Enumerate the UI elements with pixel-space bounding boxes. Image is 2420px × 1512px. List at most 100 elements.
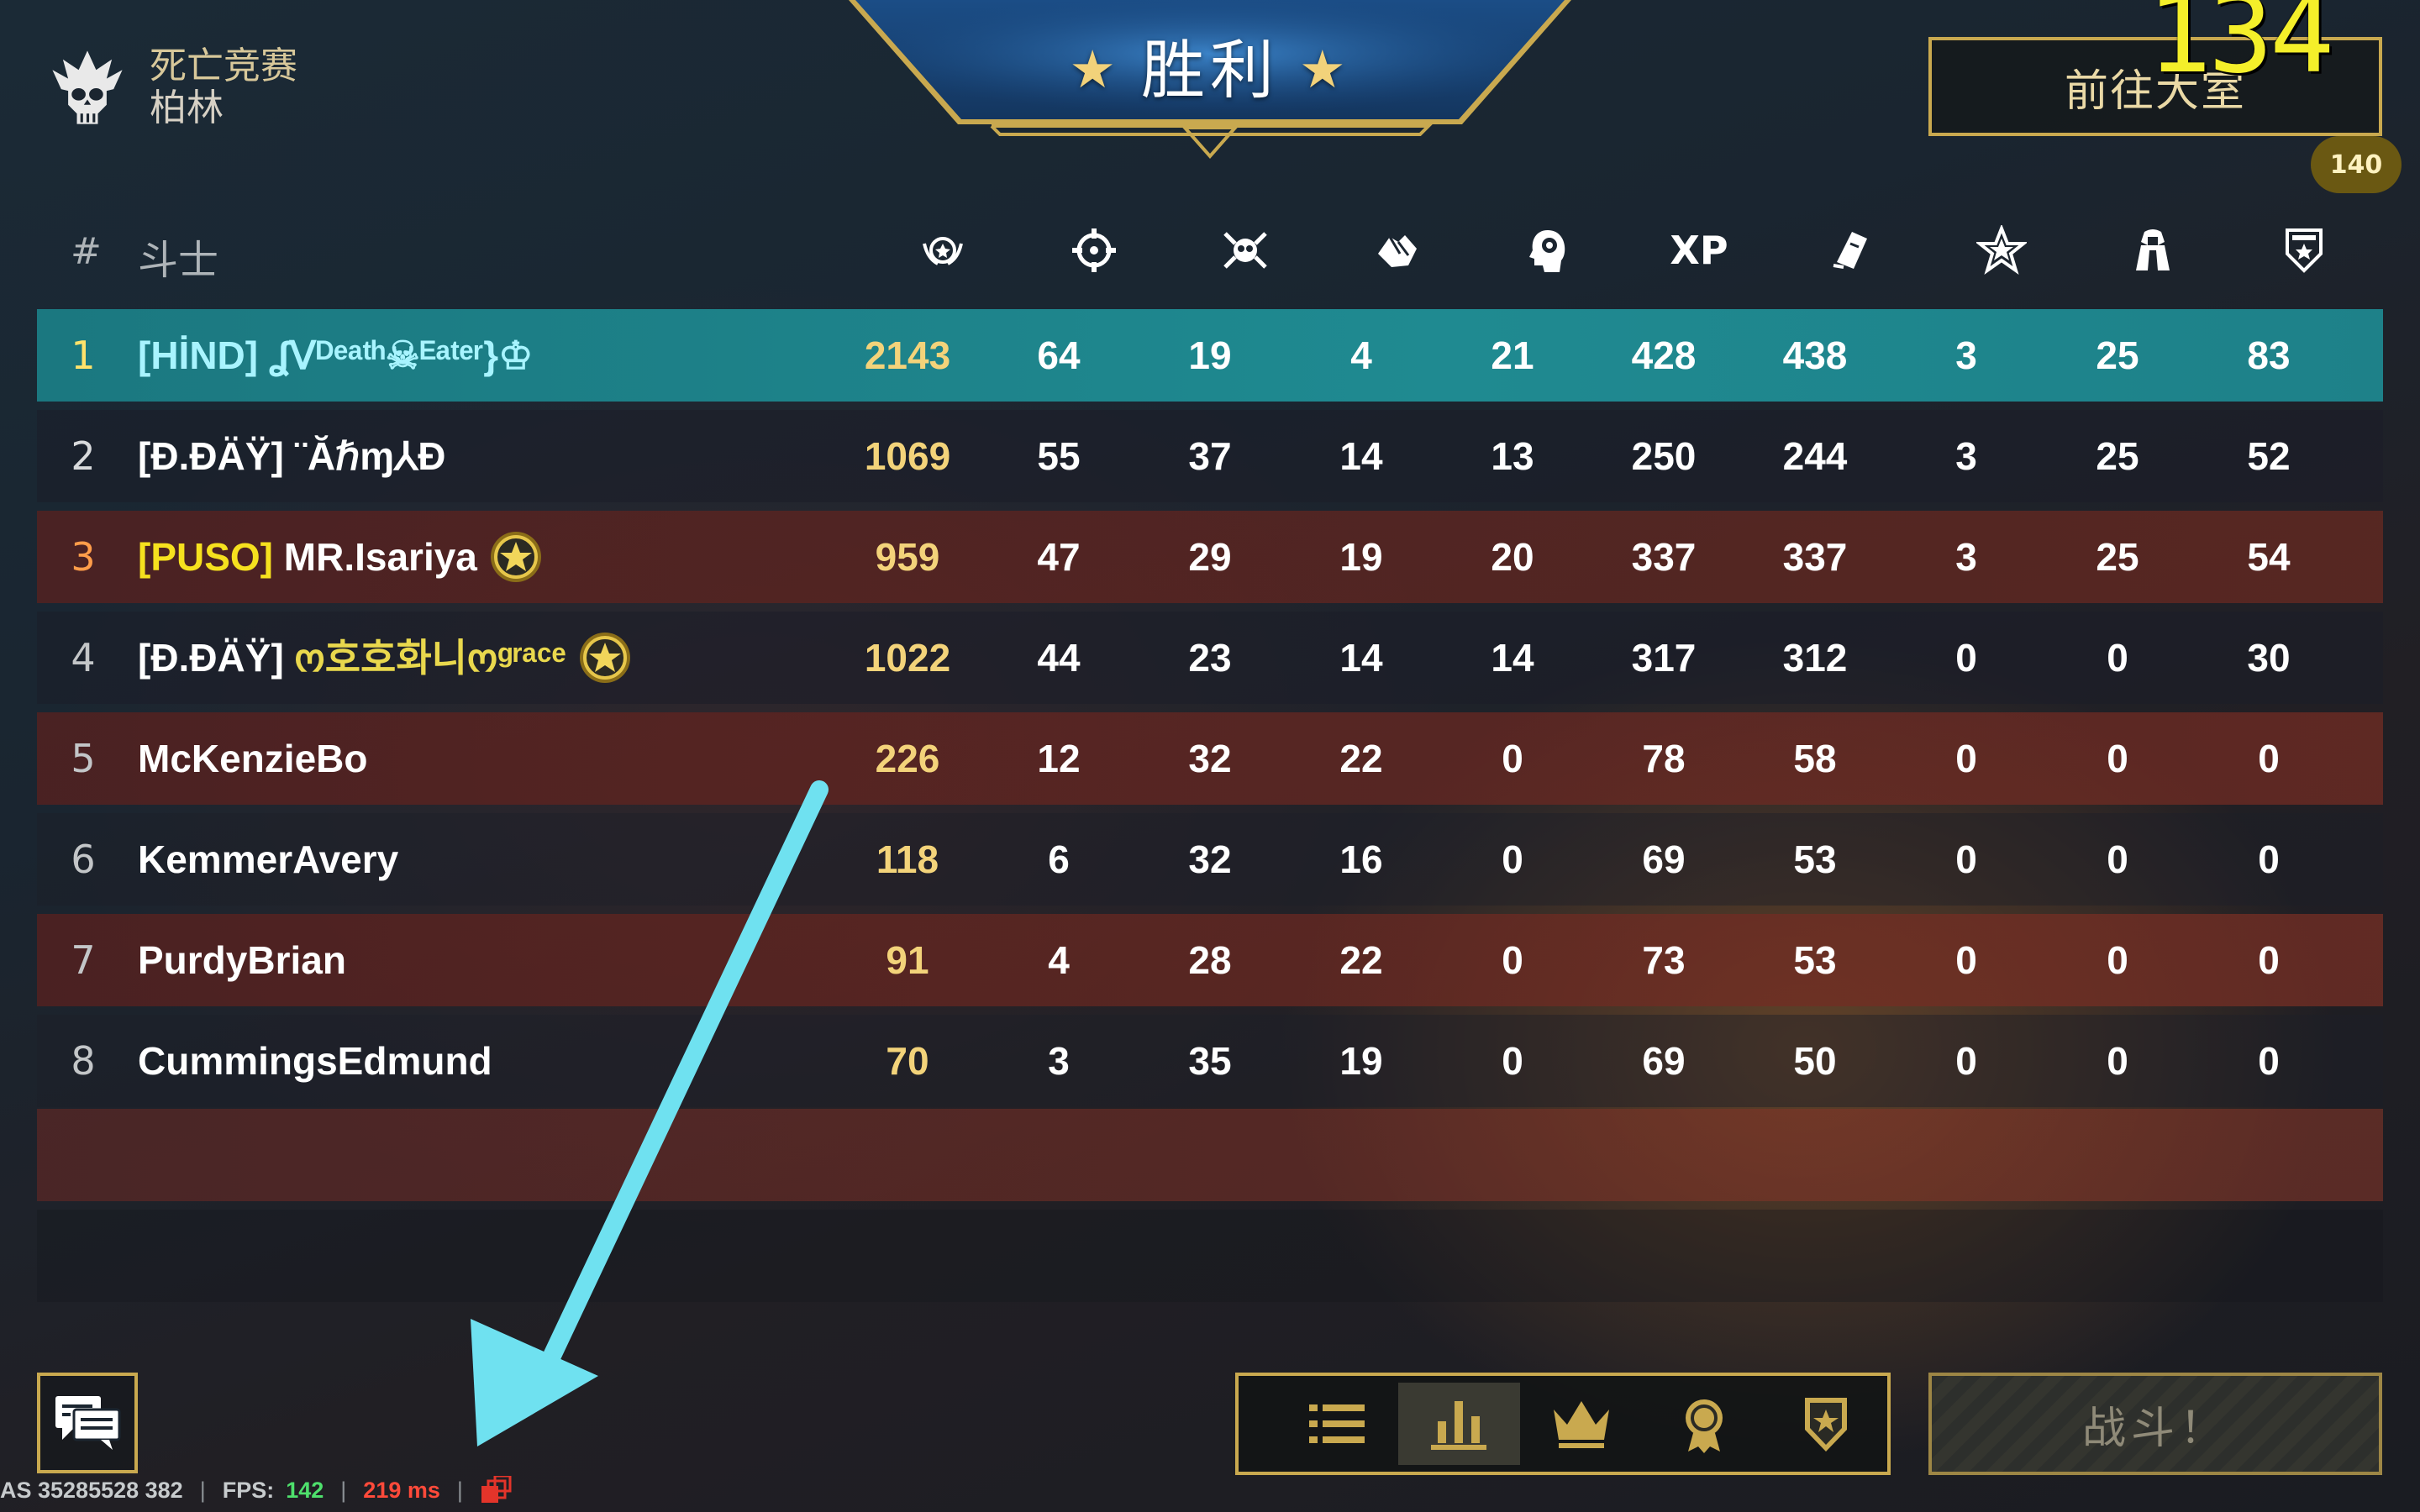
stat-headshots: 0 [1502, 737, 1523, 780]
player-row[interactable]: 4 [Ð.ÐÄŸ] ო호호화니ოᵍʳᵃᶜᵉ 1022 44 23 14 14 317 312 0 0… [37, 612, 2383, 704]
credits-icon [1800, 225, 1901, 276]
empty-row [37, 1109, 2383, 1201]
rank-header: # [71, 230, 102, 273]
player-name: CummingsEdmund [138, 1015, 492, 1107]
medal-icon [490, 531, 541, 582]
tab-rankings[interactable] [1520, 1383, 1643, 1465]
player-name: [PUSO] MR.Isariya [138, 511, 543, 603]
player-rank: 1 [71, 333, 96, 378]
tab-awards[interactable] [1643, 1383, 1765, 1465]
server-id: AS 35285528 382 [0, 1477, 183, 1503]
player-nickname: ʆᐯᴰᵉᵃᵗʰ☠ᴱᵃᵗᵉʳ}♔ [268, 333, 534, 377]
stat-credits: 244 [1782, 434, 1848, 478]
player-row[interactable]: 1 [HİND] ʆᐯᴰᵉᵃᵗʰ☠ᴱᵃᵗᵉʳ}♔ 2143 64 19 4 21 428 438… [37, 309, 2383, 402]
stat-rank-shield: 0 [2258, 837, 2280, 881]
stat-kills: 64 [1037, 333, 1081, 377]
scoreboard-tabs [1235, 1373, 1891, 1475]
skull-icon [52, 50, 123, 124]
player-nickname: ო호호화니ოᵍʳᵃᶜᵉ [294, 636, 566, 680]
stat-credits: 337 [1782, 535, 1848, 579]
stat-stars: 0 [1955, 837, 1977, 881]
chat-button[interactable] [37, 1373, 138, 1473]
ping-value: 219 ms [363, 1477, 440, 1503]
stat-xp: 69 [1642, 837, 1686, 881]
stat-credits: 312 [1782, 636, 1848, 680]
player-rank: 8 [71, 1038, 96, 1084]
assists-icon [1346, 225, 1447, 276]
stat-stars: 0 [1955, 938, 1977, 982]
stat-score: 70 [886, 1039, 929, 1083]
stat-kills: 3 [1048, 1039, 1070, 1083]
shield-star-icon [1805, 1398, 1848, 1452]
scoreboard-header: # 斗士 XP [37, 215, 2383, 287]
deaths-icon [1195, 225, 1296, 276]
stat-assists: 22 [1339, 938, 1383, 982]
stat-rank-shield: 30 [2247, 636, 2291, 680]
level-badge: 140 [2311, 136, 2402, 193]
game-mode-block: 死亡竞赛 柏林 [44, 44, 297, 131]
stat-streak: 25 [2096, 535, 2139, 579]
player-rank: 3 [71, 534, 96, 580]
stat-kills: 44 [1037, 636, 1081, 680]
fight-button[interactable]: 战斗！ [1928, 1373, 2382, 1475]
tab-statistics[interactable] [1397, 1383, 1521, 1465]
stat-credits: 53 [1793, 938, 1837, 982]
stat-deaths: 35 [1188, 1039, 1232, 1083]
stat-xp: 73 [1642, 938, 1686, 982]
clan-tag: [Ð.ÐÄŸ] [138, 636, 295, 680]
player-row[interactable]: 6 KemmerAvery 118 6 32 16 0 69 53 0 0 0 [37, 813, 2383, 906]
star-icon: ★ [1299, 39, 1351, 100]
medal-icon [579, 632, 630, 683]
stat-streak: 0 [2107, 1039, 2128, 1083]
stat-score: 2143 [864, 333, 951, 377]
stat-deaths: 28 [1188, 938, 1232, 982]
player-rank: 2 [71, 433, 96, 479]
stars-icon [1951, 225, 2052, 276]
player-row[interactable]: 5 McKenzieBo 226 12 32 22 0 78 58 0 0 0 [37, 712, 2383, 805]
stat-headshots: 0 [1502, 837, 1523, 881]
player-row[interactable]: 3 [PUSO] MR.Isariya 959 47 29 19 20 337 337 3 25 54 [37, 511, 2383, 603]
stat-assists: 14 [1339, 434, 1383, 478]
bar-chart-icon [1431, 1401, 1487, 1450]
stat-score: 118 [876, 837, 939, 881]
player-rank: 7 [71, 937, 96, 983]
stat-assists: 22 [1339, 737, 1383, 780]
stat-xp: 78 [1642, 737, 1686, 780]
empty-row [37, 1210, 2383, 1302]
stat-rank-shield: 0 [2258, 938, 2280, 982]
stat-xp: 69 [1642, 1039, 1686, 1083]
tab-list[interactable] [1276, 1383, 1398, 1465]
stat-headshots: 21 [1491, 333, 1534, 377]
player-name: KemmerAvery [138, 813, 398, 906]
map-name: 柏林 [150, 87, 224, 129]
stat-headshots: 13 [1491, 434, 1534, 478]
stat-xp: 428 [1631, 333, 1697, 377]
stat-xp: 317 [1631, 636, 1697, 680]
stat-headshots: 0 [1502, 1039, 1523, 1083]
clan-tag: [Ð.ÐÄŸ] [138, 434, 295, 478]
stat-credits: 438 [1782, 333, 1848, 377]
separator: | [456, 1477, 463, 1503]
stat-deaths: 32 [1188, 737, 1232, 780]
tab-clan[interactable] [1765, 1383, 1887, 1465]
stat-stars: 0 [1955, 1039, 1977, 1083]
victory-banner: ★ 胜利 ★ [849, 0, 1571, 168]
separator: | [340, 1477, 347, 1503]
chat-icon [55, 1396, 121, 1450]
stat-credits: 50 [1793, 1039, 1837, 1083]
fps-label: FPS: [222, 1477, 275, 1503]
player-name: McKenzieBo [138, 712, 367, 805]
headshots-icon [1497, 225, 1598, 276]
network-warning-icon [481, 1476, 512, 1503]
stat-assists: 14 [1339, 636, 1383, 680]
stat-rank-shield: 0 [2258, 737, 2280, 780]
player-row[interactable]: 7 PurdyBrian 91 4 28 22 0 73 53 0 0 0 [37, 914, 2383, 1006]
status-bar: AS 35285528 382 | FPS: 142 | 219 ms | [0, 1472, 512, 1509]
stat-stars: 3 [1955, 333, 1977, 377]
stat-assists: 4 [1350, 333, 1372, 377]
player-nickname: KemmerAvery [138, 837, 399, 881]
player-row[interactable]: 8 CummingsEdmund 70 3 35 19 0 69 50 0 0 0 [37, 1015, 2383, 1107]
stat-headshots: 14 [1491, 636, 1534, 680]
player-row[interactable]: 2 [Ð.ÐÄŸ] ¨Ăℏɱ⅄Đ 1069 55 37 14 13 250 244 3 25 52 [37, 410, 2383, 502]
rank-shield-icon [2254, 225, 2354, 276]
